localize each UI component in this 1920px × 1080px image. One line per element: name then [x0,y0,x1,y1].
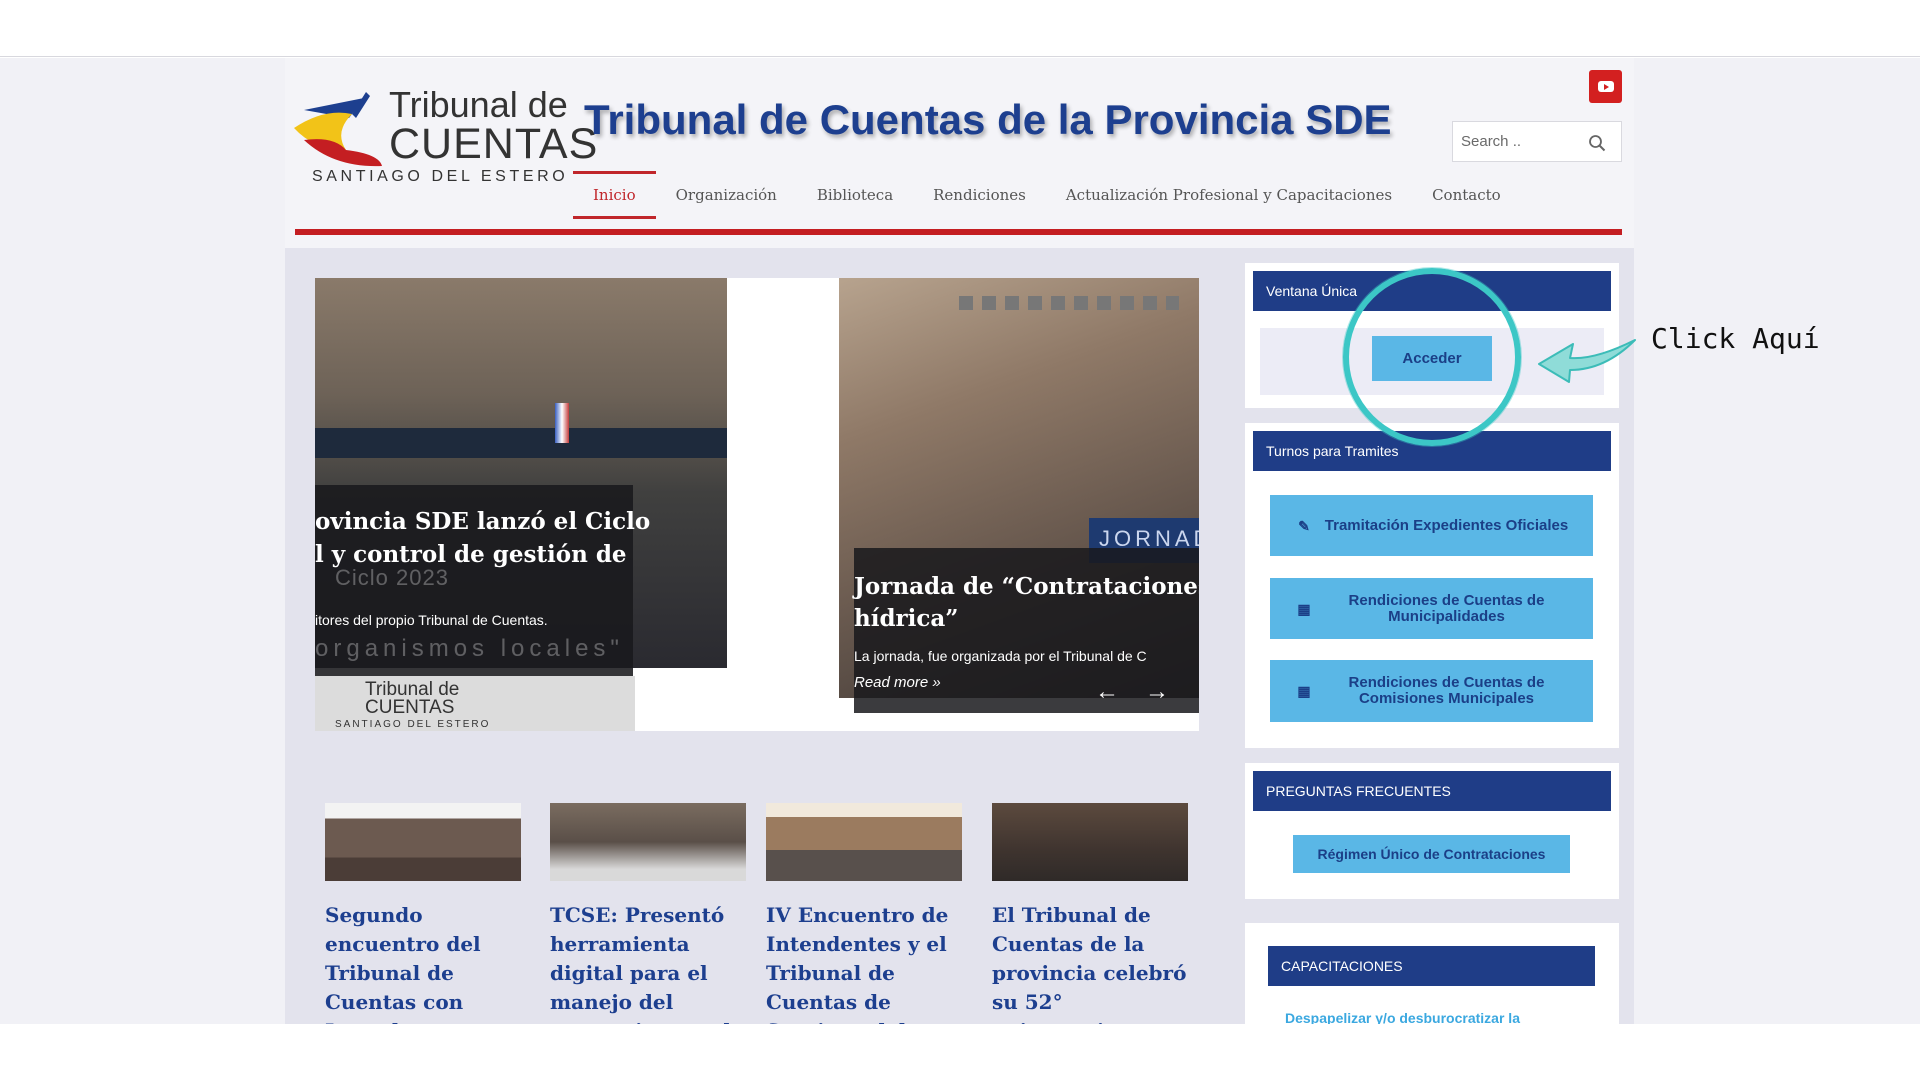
nav-item-biblioteca[interactable]: Biblioteca [797,171,913,219]
edit-icon: ✎ [1298,517,1310,534]
youtube-icon[interactable] [1589,70,1622,103]
nav-item-rendiciones[interactable]: Rendiciones [913,171,1046,219]
posts-grid: Segundo encuentro del Tribunal de Cuenta… [325,803,1225,1024]
slide-logo-line2: CUENTAS [365,697,455,718]
slide2-text: La jornada, fue organizada por el Tribun… [854,648,1147,664]
post-title[interactable]: Segundo encuentro del Tribunal de Cuenta… [325,901,521,1024]
slide-logo-line3: SANTIAGO DEL ESTERO [335,719,491,730]
post-title[interactable]: TCSE: Presentó herramienta digital para … [550,901,746,1024]
post-card: El Tribunal de Cuentas de la provincia c… [992,803,1188,1024]
widget-turnos: Turnos para Tramites ✎ Tramitación Exped… [1245,423,1619,748]
nav-item-organizacion[interactable]: Organización [656,171,797,219]
button-label: Tramitación Expedientes Oficiales [1324,516,1569,534]
highlight-circle [1343,268,1521,446]
widget-title: CAPACITACIONES [1268,946,1595,986]
slide-text-1: itores del propio Tribunal de Cuentas. [315,612,548,628]
click-aqui-label: Click Aquí [1651,322,1820,355]
read-more-link[interactable]: Read more » [854,674,941,691]
bottom-bar [0,1024,1920,1080]
search-box [1452,121,1622,162]
tramitacion-expedientes-button[interactable]: ✎ Tramitación Expedientes Oficiales [1270,495,1593,556]
regimen-contrataciones-button[interactable]: Régimen Único de Contrataciones [1293,835,1570,873]
slide2-title-line1[interactable]: Jornada de “Contrataciones [854,570,1199,603]
slide-bg-text-top: Ciclo 2023 [335,565,449,590]
logo-text-line3: SANTIAGO DEL ESTERO [312,168,569,185]
arrow-right-icon[interactable]: → [1140,675,1174,709]
widget-title: PREGUNTAS FRECUENTES [1253,771,1611,811]
site-logo[interactable]: Tribunal de CUENTAS SANTIAGO DEL ESTERO [294,84,597,185]
slide-bg-text: organismos locales" [315,635,624,662]
post-card: TCSE: Presentó herramienta digital para … [550,803,746,1024]
slide-caption-1: ovincia SDE lanzó el Ciclo l y control d… [315,485,650,707]
post-card: Segundo encuentro del Tribunal de Cuenta… [325,803,521,1024]
capacitacion-link[interactable]: Despapelizar y/o desburocratizar la [1285,1010,1520,1024]
pointer-arrow-icon [1538,339,1636,383]
slide2-title-line2[interactable]: hídrica” [854,602,959,635]
post-title[interactable]: IV Encuentro de Intendentes y el Tribuna… [766,901,962,1024]
post-thumbnail[interactable] [325,803,521,881]
arrow-left-icon[interactable]: ← [1090,675,1124,709]
logo-emblem-icon [294,92,382,167]
post-thumbnail[interactable] [550,803,746,881]
website: Tribunal de CUENTAS SANTIAGO DEL ESTERO … [285,58,1634,1024]
logo-text-line2: CUENTAS [389,120,599,168]
widget-capacitaciones: CAPACITACIONES Despapelizar y/o desburoc… [1245,923,1619,1024]
nav-item-contacto[interactable]: Contacto [1412,171,1521,219]
slide-title-line1[interactable]: ovincia SDE lanzó el Ciclo [315,505,650,538]
main-nav: Inicio Organización Biblioteca Rendicion… [573,171,1521,219]
search-input[interactable] [1461,133,1581,150]
post-title[interactable]: El Tribunal de Cuentas de la provincia c… [992,901,1188,1024]
nav-item-actualizacion[interactable]: Actualización Profesional y Capacitacion… [1046,171,1412,219]
rendiciones-comisiones-button[interactable]: ▦ Rendiciones de Cuentas de Comisiones M… [1270,660,1593,722]
rendiciones-municipalidades-button[interactable]: ▦ Rendiciones de Cuentas de Municipalida… [1270,578,1593,639]
post-card: IV Encuentro de Intendentes y el Tribuna… [766,803,962,1024]
slide-logo: Tribunal de CUENTAS SANTIAGO DEL ESTERO [315,676,635,731]
widget-preguntas: PREGUNTAS FRECUENTES Régimen Único de Co… [1245,763,1619,899]
building-icon: ▦ [1297,683,1311,699]
news-slider: ovincia SDE lanzó el Ciclo l y control d… [315,278,1199,731]
top-bar [0,0,1920,57]
site-header: Tribunal de CUENTAS SANTIAGO DEL ESTERO … [285,58,1634,248]
site-title[interactable]: Tribunal de Cuentas de la Provincia SDE [584,96,1392,144]
post-thumbnail[interactable] [766,803,962,881]
post-thumbnail[interactable] [992,803,1188,881]
search-icon[interactable] [1588,134,1606,152]
building-icon: ▦ [1297,600,1311,617]
button-label: Rendiciones de Cuentas de Comisiones Mun… [1348,674,1545,707]
header-divider [295,229,1622,235]
button-label: Rendiciones de Cuentas de Municipalidade… [1348,591,1545,625]
nav-item-inicio[interactable]: Inicio [573,171,656,219]
